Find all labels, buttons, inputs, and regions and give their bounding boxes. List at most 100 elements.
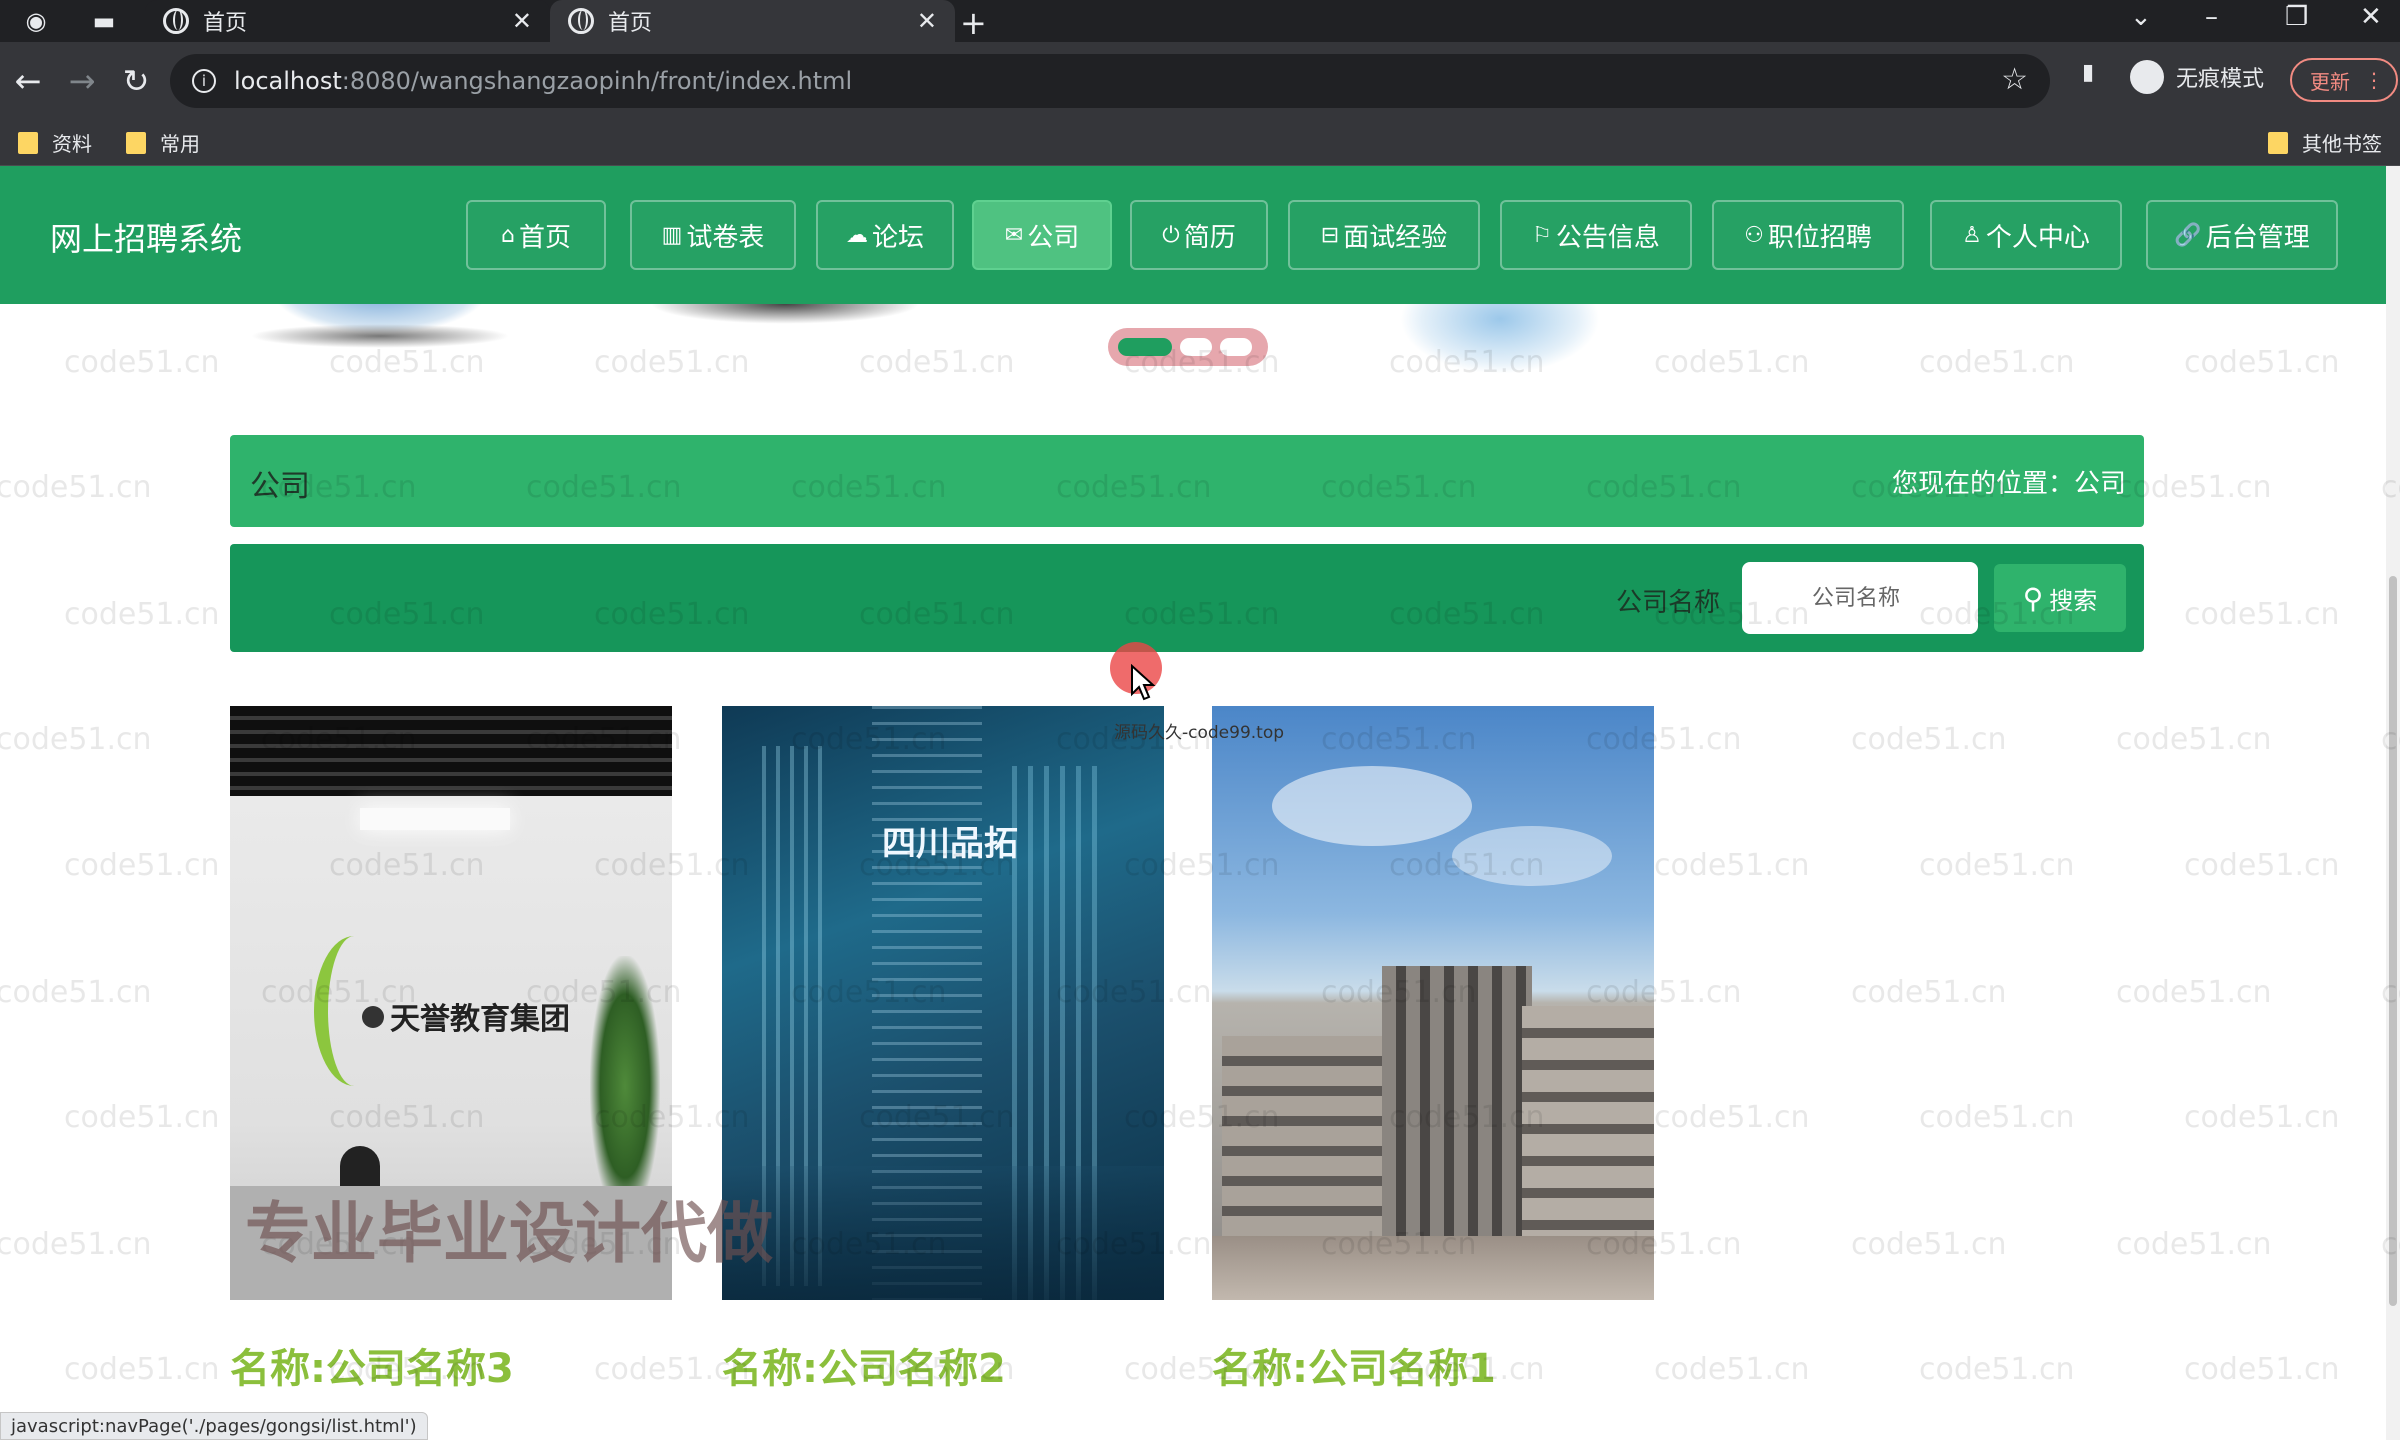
company-name-input[interactable] — [1742, 562, 1978, 634]
browser-status-bar: javascript:navPage('./pages/gongsi/list.… — [0, 1412, 428, 1440]
user-icon: ♙ — [1962, 222, 1982, 248]
ceiling-panel — [230, 706, 672, 796]
url-text[interactable]: localhost:8080/wangshangzaopinh/front/in… — [234, 67, 852, 95]
nav-company[interactable]: ✉ 公司 — [972, 200, 1112, 270]
power-icon: ⏻ — [1162, 222, 1180, 248]
search-button[interactable]: ⚲ 搜索 — [1994, 564, 2126, 632]
other-bookmarks[interactable]: 其他书签 — [2268, 128, 2382, 157]
company-image[interactable] — [1212, 706, 1654, 1300]
home-icon: ⌂ — [501, 222, 515, 248]
nav-notice[interactable]: ⚐ 公告信息 — [1500, 200, 1692, 270]
browser-tab-1[interactable]: 首页 ✕ — [145, 0, 550, 42]
tab-search-icon[interactable]: ▬ — [90, 7, 118, 35]
promo-overlay-text: 专业毕业设计代做 — [245, 1195, 773, 1272]
mail-icon: ✉ — [1004, 222, 1024, 248]
nav-exam[interactable]: ▥ 试卷表 — [630, 200, 796, 270]
link-icon: 🔗 — [2174, 222, 2202, 248]
company-logo-text: 四川品拓 — [882, 824, 1018, 864]
building-wing — [1222, 1036, 1392, 1236]
watermark-text: code51.cn — [2184, 1352, 2340, 1387]
flag-icon: ⚐ — [1532, 222, 1552, 248]
nav-forum[interactable]: ☁ 论坛 — [816, 200, 954, 270]
page-scrollbar[interactable] — [2386, 166, 2400, 1440]
tab-title: 首页 — [608, 11, 653, 36]
bookmark-star-icon[interactable]: ☆ — [2001, 62, 2028, 97]
cloud — [1452, 826, 1612, 886]
carousel-dot[interactable] — [1220, 338, 1252, 356]
watermark-text: code51.cn — [0, 975, 152, 1010]
company-name[interactable]: 名称:公司名称3 — [230, 1336, 514, 1394]
restore-icon[interactable]: ❐ — [2285, 2, 2308, 32]
print-icon: ⊟ — [1320, 222, 1340, 248]
browser-tab-2[interactable]: 首页 ✕ — [550, 0, 955, 42]
nav-home[interactable]: ⌂ 首页 — [466, 200, 606, 270]
watermark-text: code51.cn — [64, 1100, 220, 1135]
close-icon[interactable]: ✕ — [917, 7, 937, 35]
info-icon[interactable]: i — [192, 69, 216, 93]
nav-profile[interactable]: ♙ 个人中心 — [1930, 200, 2122, 270]
company-name[interactable]: 名称:公司名称1 — [1212, 1336, 1496, 1394]
watermark-text: code51.cn — [2116, 975, 2272, 1010]
company-card[interactable]: 四川品拓 名称:公司名称2 — [722, 706, 1164, 1392]
company-card[interactable]: 名称:公司名称1 — [1212, 706, 1654, 1392]
reload-icon[interactable]: ↻ — [118, 62, 154, 100]
nav-jobs[interactable]: ⚇ 职位招聘 — [1712, 200, 1904, 270]
incognito-indicator[interactable]: 无痕模式 — [2130, 60, 2264, 94]
browser-toolbar: ← → ↻ i localhost:8080/wangshangzaopinh/… — [0, 42, 2400, 120]
carousel-dot-active[interactable] — [1118, 338, 1172, 356]
section-title-bar: 公司 您现在的位置：公司 — [230, 435, 2144, 527]
company-image[interactable]: 四川品拓 — [722, 706, 1164, 1300]
watermark-text: code51.cn — [1654, 1352, 1810, 1387]
back-arrow-icon[interactable]: ← — [10, 62, 46, 100]
search-label: 公司名称 — [1616, 588, 1721, 618]
watermark-text: code51.cn — [0, 470, 152, 505]
folder-icon — [18, 131, 38, 154]
watermark-text: code51.cn — [2184, 1100, 2340, 1135]
ceiling-light — [360, 808, 510, 830]
company-name[interactable]: 名称:公司名称2 — [722, 1336, 1006, 1394]
table-icon: ▥ — [661, 222, 683, 248]
tab-list-chevron-icon[interactable]: ⌄ — [2130, 2, 2152, 32]
carousel-indicators — [1108, 328, 1268, 366]
address-bar[interactable]: i localhost:8080/wangshangzaopinh/front/… — [170, 54, 2050, 108]
site-logo[interactable]: 网上招聘系统 — [50, 214, 242, 260]
watermark-text: code51.cn — [2116, 722, 2272, 757]
sidepanel-icon[interactable]: ▮ — [2082, 60, 2094, 85]
nav-interview[interactable]: ⊟ 面试经验 — [1288, 200, 1480, 270]
cursor-caption: 源码久久-code99.top — [1114, 723, 1285, 743]
forward-arrow-icon[interactable]: → — [64, 62, 100, 100]
bookmark-folder-ziliao[interactable]: 资料 — [18, 128, 92, 157]
new-tab-button[interactable]: + — [960, 4, 987, 42]
browser-profile-icon[interactable]: ◉ — [22, 7, 50, 35]
banner-shadow — [250, 324, 510, 348]
cloud — [1272, 766, 1472, 846]
face-icon: ⚇ — [1744, 222, 1764, 248]
search-bar: 公司名称 ⚲ 搜索 — [230, 544, 2144, 652]
update-button[interactable]: 更新 ⋮ — [2290, 58, 2398, 102]
window-close-icon[interactable]: ✕ — [2360, 2, 2382, 32]
breadcrumb: 您现在的位置：公司 — [1891, 469, 2126, 499]
carousel-dot[interactable] — [1180, 338, 1212, 356]
watermark-text: code51.cn — [1919, 848, 2075, 883]
watermark-text: code51.cn — [1919, 1352, 2075, 1387]
watermark-text: code51.cn — [1851, 1227, 2007, 1262]
banner-image-fragment — [1400, 304, 1600, 374]
folder-icon — [2268, 131, 2288, 154]
nav-resume[interactable]: ⏻ 简历 — [1130, 200, 1268, 270]
bookmark-folder-changyong[interactable]: 常用 — [126, 128, 200, 157]
globe-icon — [568, 8, 594, 34]
tab-title: 首页 — [203, 11, 248, 36]
banner-carousel — [0, 304, 2386, 404]
watermark-text: code51.cn — [1654, 1100, 1810, 1135]
close-icon[interactable]: ✕ — [512, 7, 532, 35]
minimize-icon[interactable]: – — [2205, 2, 2218, 32]
update-label: 更新 — [2310, 69, 2350, 94]
nav-admin[interactable]: 🔗 后台管理 — [2146, 200, 2338, 270]
globe-icon — [163, 8, 189, 34]
logo-dot — [362, 1006, 384, 1028]
menu-dots-icon: ⋮ — [2364, 68, 2384, 92]
incognito-label: 无痕模式 — [2176, 67, 2265, 92]
company-logo-text: 天誉教育集团 — [390, 1002, 570, 1037]
scrollbar-thumb[interactable] — [2389, 576, 2397, 1306]
plaza — [1212, 1236, 1654, 1300]
